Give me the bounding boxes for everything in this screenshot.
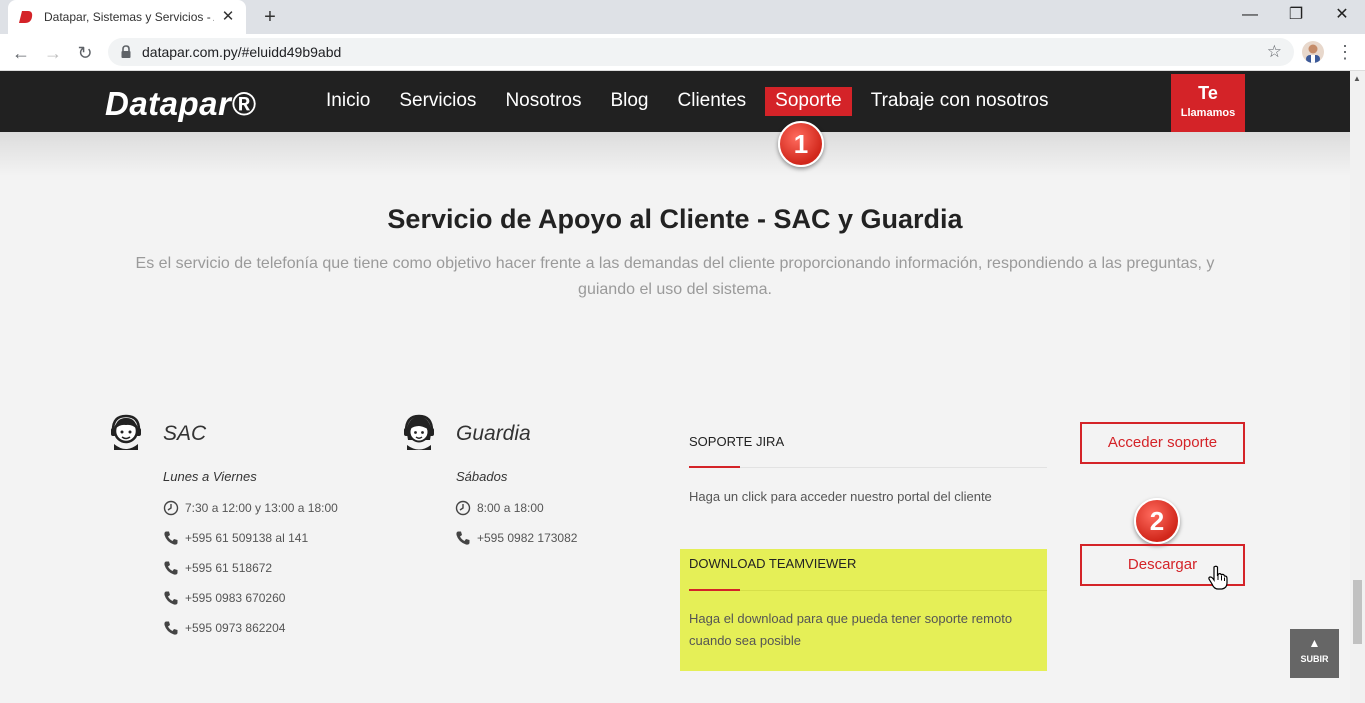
bookmark-star-icon[interactable]: ☆ [1267,42,1282,62]
menu-item-servicios[interactable]: Servicios [389,87,486,116]
guardia-phone-1: +595 0982 173082 [455,530,577,546]
phone-icon [456,531,470,545]
minimize-button[interactable]: — [1227,0,1273,30]
jira-title: SOPORTE JIRA [689,434,785,449]
reload-icon[interactable]: ↻ [72,40,98,66]
jira-accent-line [689,466,740,468]
datapar-logo[interactable]: Datapar® [105,85,256,123]
menu-item-soporte[interactable]: Soporte [765,87,852,116]
guardia-title: Guardia [456,422,531,445]
headset-agent-icon [111,414,141,450]
back-arrow-icon[interactable]: ← [8,40,34,66]
jira-text: Haga un click para acceder nuestro porta… [689,489,992,504]
sac-phone-3-text: +595 0983 670260 [185,591,286,605]
step-1-badge: 1 [778,121,824,167]
menu-item-blog[interactable]: Blog [600,87,658,116]
clock-icon [455,500,471,516]
teamviewer-text-line-1: Haga el download para que pueda tener so… [689,611,1013,626]
sac-title: SAC [163,422,207,445]
scroll-to-top-label: SUBIR [1300,654,1329,664]
menu-kebab-icon[interactable]: ⋮ [1336,40,1354,64]
navbar-shadow [0,132,1350,176]
sac-phone-4: +595 0973 862204 [163,620,285,636]
menu-item-trabaje[interactable]: Trabaje con nosotros [861,87,1059,116]
main-menu: Inicio Servicios Nosotros Blog Clientes … [316,87,1068,116]
guardia-hours: 8:00 a 18:00 [455,500,544,516]
page-title: Servicio de Apoyo al Cliente - SAC y Gua… [387,204,963,234]
site-navbar: Datapar® Inicio Servicios Nosotros Blog … [0,71,1350,138]
profile-avatar[interactable] [1302,41,1324,63]
guardia-days: Sábados [456,469,508,484]
phone-icon [164,531,178,545]
hand-cursor-icon [1208,565,1228,590]
lock-icon [121,45,131,58]
sac-phone-2: +595 61 518672 [163,560,272,576]
menu-item-inicio[interactable]: Inicio [316,87,380,116]
headset-agent-female-icon [404,414,434,450]
sac-phone-4-text: +595 0973 862204 [185,621,286,635]
new-tab-button[interactable]: + [258,5,282,29]
menu-item-clientes[interactable]: Clientes [668,87,757,116]
browser-tab-strip: Datapar, Sistemas y Servicios - A ✕ + — … [0,0,1365,34]
maximize-button[interactable]: ❐ [1273,0,1319,30]
step-2-badge: 2 [1134,498,1180,544]
chevron-up-icon: ▲ [1308,636,1321,650]
section-description: Es el servicio de telefonía que tiene co… [135,255,1215,298]
clock-icon [163,500,179,516]
sac-days: Lunes a Viernes [163,469,257,484]
teamviewer-divider [689,590,1047,591]
sac-phone-2-text: +595 61 518672 [185,561,273,575]
sac-phone-1: +595 61 509138 al 141 [163,530,308,546]
browser-toolbar: ← → ↻ datapar.com.py/#eluidd49b9abd ☆ [0,34,1365,71]
guardia-phone-1-text: +595 0982 173082 [477,531,578,545]
address-bar[interactable]: datapar.com.py/#eluidd49b9abd ☆ [108,38,1294,66]
close-window-button[interactable]: ✕ [1319,0,1365,30]
teamviewer-text-line-2: cuando sea posible [689,633,802,648]
forward-arrow-icon[interactable]: → [40,40,66,66]
cta-top-label: Te [1198,83,1218,103]
sac-hours-text: 7:30 a 12:00 y 13:00 a 18:00 [185,501,338,515]
tab-title: Datapar, Sistemas y Servicios - A [44,10,214,24]
scrollbar-thumb[interactable] [1353,580,1362,644]
te-llamamos-button[interactable]: Te Llamamos [1171,74,1245,138]
teamviewer-accent-line [689,589,740,591]
sac-phone-1-text: +595 61 509138 al 141 [185,531,309,545]
tab-close-icon[interactable]: ✕ [220,9,236,25]
guardia-hours-text: 8:00 a 18:00 [477,501,544,515]
browser-tab[interactable]: Datapar, Sistemas y Servicios - A ✕ [8,0,246,34]
sac-hours: 7:30 a 12:00 y 13:00 a 18:00 [163,500,338,516]
acceder-soporte-button[interactable]: Acceder soporte [1080,422,1245,464]
phone-icon [164,621,178,635]
sac-phone-3: +595 0983 670260 [163,590,285,606]
scroll-up-arrow-icon[interactable]: ▲ [1353,74,1361,83]
phone-icon [164,591,178,605]
teamviewer-title: DOWNLOAD TEAMVIEWER [689,556,857,571]
menu-item-nosotros[interactable]: Nosotros [495,87,591,116]
scroll-to-top-button[interactable]: ▲ SUBIR [1290,629,1339,678]
datapar-favicon-icon [19,11,33,23]
person-icon [1306,44,1320,63]
cta-bottom-label: Llamamos [1180,107,1236,119]
phone-icon [164,561,178,575]
web-page: Datapar® Inicio Servicios Nosotros Blog … [0,71,1350,703]
url-text: datapar.com.py/#eluidd49b9abd [142,44,342,60]
jira-divider [689,467,1047,468]
page-scrollbar[interactable]: ▲ [1350,71,1365,703]
